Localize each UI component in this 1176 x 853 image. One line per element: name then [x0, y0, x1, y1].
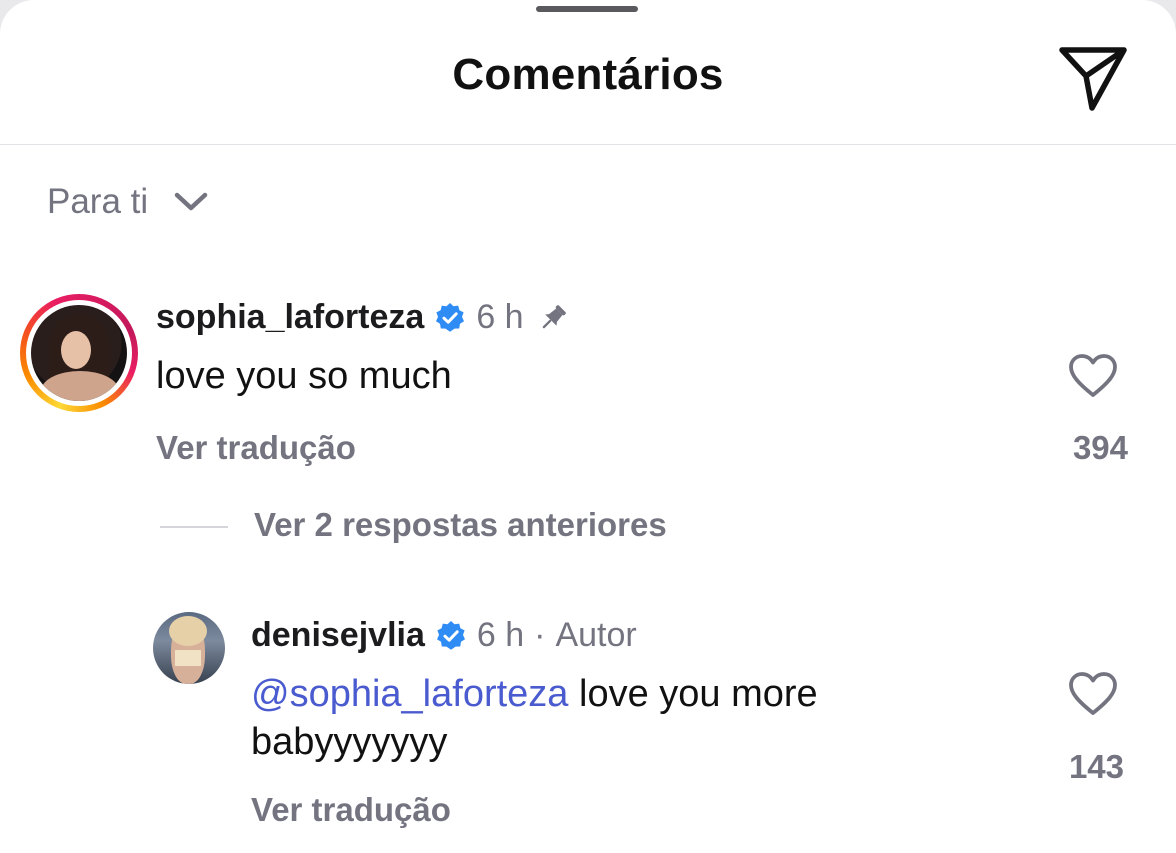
verified-badge-icon	[436, 302, 465, 332]
meta-separator: ·	[534, 616, 546, 654]
reply-text-line2: babyyyyyyy	[251, 721, 448, 763]
reply-time: 6 h	[476, 616, 525, 654]
heart-icon	[1069, 672, 1117, 715]
paper-plane-icon	[1059, 47, 1127, 111]
like-count: 143	[1068, 748, 1124, 785]
reply-text: @sophia_laforteza love you more babyyyyy…	[251, 670, 818, 766]
reply-text-line1: love you more	[568, 673, 818, 715]
username[interactable]: sophia_laforteza	[156, 298, 424, 337]
translate-link[interactable]: Ver tradução	[251, 791, 451, 829]
share-button[interactable]	[1056, 44, 1130, 112]
comments-sheet: Comentários Para ti sophia_laforteza 6 h	[0, 0, 1176, 853]
mention-link[interactable]: @sophia_laforteza	[251, 673, 568, 715]
like-button[interactable]	[1068, 353, 1118, 399]
heart-icon	[1069, 354, 1117, 397]
author-badge: Autor	[555, 616, 637, 654]
sheet-grabber[interactable]	[536, 6, 638, 12]
avatar-photo	[31, 305, 127, 401]
comment-time: 6 h	[476, 298, 524, 336]
comment-text: love you so much	[156, 355, 452, 397]
username[interactable]: denisejvlia	[251, 616, 425, 655]
like-button[interactable]	[1068, 671, 1118, 717]
replies-divider	[160, 526, 228, 528]
translate-link[interactable]: Ver tradução	[156, 429, 356, 467]
avatar[interactable]	[20, 294, 138, 412]
chevron-down-icon	[174, 192, 208, 211]
like-count: 394	[1072, 429, 1128, 466]
comment-header: sophia_laforteza 6 h	[156, 298, 570, 337]
sort-label: Para ti	[47, 182, 149, 221]
pin-icon	[542, 304, 566, 328]
avatar[interactable]	[153, 612, 225, 684]
verified-badge-icon	[436, 620, 465, 650]
page-title: Comentários	[452, 50, 724, 99]
sort-dropdown[interactable]: Para ti	[47, 182, 208, 222]
header-divider	[0, 144, 1176, 145]
view-previous-replies-button[interactable]: Ver 2 respostas anteriores	[254, 506, 667, 544]
reply-header: denisejvlia 6 h · Autor	[251, 616, 637, 655]
